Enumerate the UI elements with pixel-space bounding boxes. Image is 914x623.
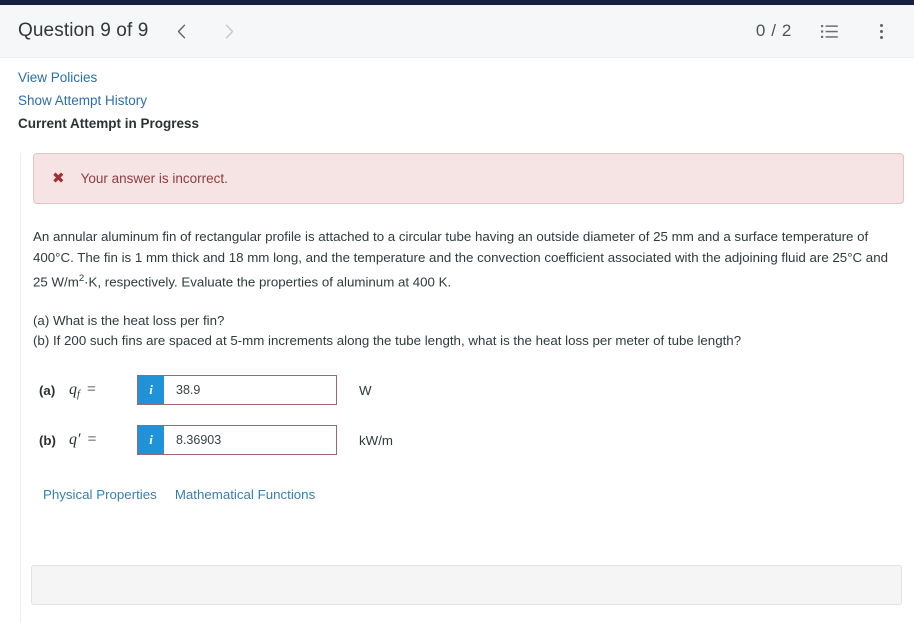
problem-parts: (a) What is the heat loss per fin? (b) I… xyxy=(33,311,900,351)
symbol-prime: ′ xyxy=(77,431,81,449)
kebab-dot xyxy=(879,23,883,27)
view-policies-link[interactable]: View Policies xyxy=(18,70,97,85)
problem-part-b: (b) If 200 such fins are spaced at 5-mm … xyxy=(33,333,742,349)
tool-links: Physical Properties Mathematical Functio… xyxy=(43,487,914,502)
physical-properties-link[interactable]: Physical Properties xyxy=(43,487,157,502)
problem-statement: An annular aluminum fin of rectangular p… xyxy=(33,226,900,292)
problem-text-part2: ·K, respectively. Evaluate the propertie… xyxy=(84,274,452,290)
incorrect-answer-banner: ✖ Your answer is incorrect. xyxy=(33,153,904,204)
answer-input-group-a: i xyxy=(137,375,337,406)
score-display: 0 / 2 xyxy=(755,21,792,40)
answer-input-b[interactable] xyxy=(164,426,336,455)
answer-fields: (a) qf= i W (b) q′= i kW/m xyxy=(39,375,914,456)
equals-sign: = xyxy=(86,381,96,399)
bottom-panel xyxy=(31,565,902,605)
page-title: Question 9 of 9 xyxy=(18,20,149,41)
chevron-left-icon[interactable] xyxy=(166,16,196,46)
symbol-letter: q xyxy=(69,381,77,399)
problem-part-a: (a) What is the heat loss per fin? xyxy=(33,313,225,329)
info-icon-a[interactable]: i xyxy=(138,376,164,405)
answer-label-a: (a) xyxy=(39,382,56,398)
kebab-menu-icon[interactable] xyxy=(866,16,896,46)
question-body: ✖ Your answer is incorrect. An annular a… xyxy=(20,153,914,623)
alert-message: Your answer is incorrect. xyxy=(80,171,228,186)
answer-row-b: (b) q′ = i kW/m xyxy=(39,425,914,456)
answer-symbol-a: qf = xyxy=(69,381,137,401)
current-attempt-label: Current Attempt in Progress xyxy=(18,116,200,131)
show-attempt-history-link[interactable]: Show Attempt History xyxy=(18,93,147,108)
answer-label-b: (b) xyxy=(39,432,56,448)
equals-sign: = xyxy=(87,431,97,449)
chevron-right-icon[interactable] xyxy=(214,16,244,46)
list-icon[interactable] xyxy=(814,16,844,46)
question-navigation xyxy=(166,16,244,46)
answer-input-group-b: i xyxy=(137,425,337,456)
attempt-links: View Policies Show Attempt History Curre… xyxy=(0,58,914,131)
info-icon-b[interactable]: i xyxy=(138,426,164,455)
kebab-dot xyxy=(879,35,883,39)
kebab-dot xyxy=(879,29,883,33)
x-mark-icon: ✖ xyxy=(52,170,65,187)
answer-row-a: (a) qf = i W xyxy=(39,375,914,406)
question-header: Question 9 of 9 0 / 2 xyxy=(0,5,914,58)
symbol-letter: q xyxy=(69,431,77,449)
symbol-subscript: f xyxy=(77,389,80,401)
answer-input-a[interactable] xyxy=(164,376,336,405)
mathematical-functions-link[interactable]: Mathematical Functions xyxy=(175,487,315,502)
answer-unit-a: W xyxy=(359,382,372,398)
answer-unit-b: kW/m xyxy=(359,432,393,448)
kebab-dots xyxy=(879,22,883,40)
answer-symbol-b: q′ = xyxy=(69,431,137,449)
